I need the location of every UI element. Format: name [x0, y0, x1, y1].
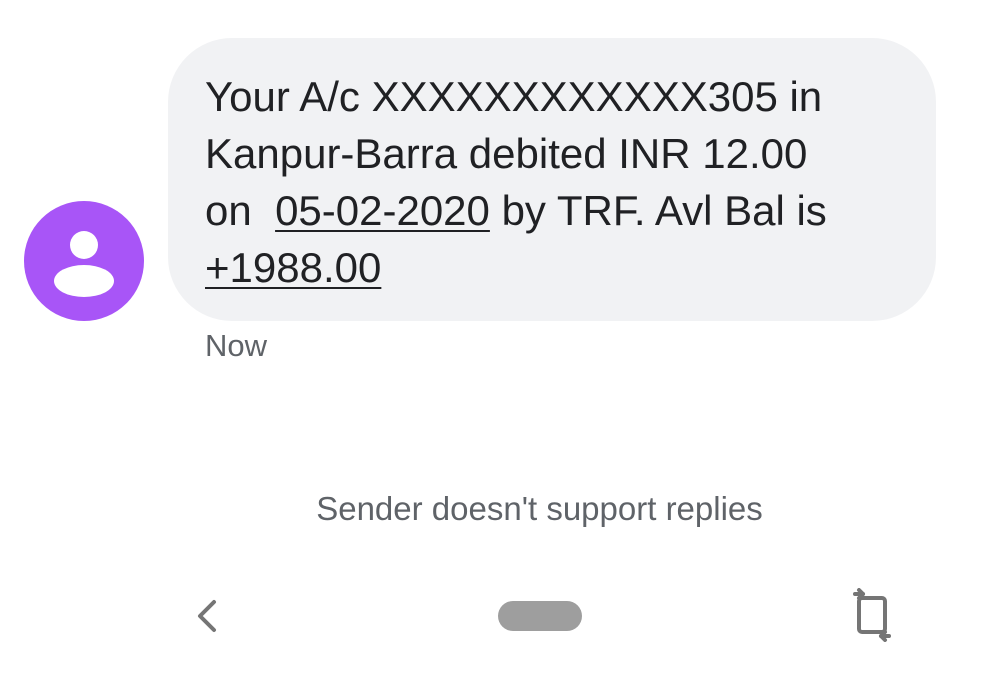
chevron-left-icon	[198, 600, 216, 632]
message-line: +1988.00	[205, 239, 906, 296]
rotate-screen-icon	[853, 588, 891, 642]
amount-link[interactable]: +1988.00	[205, 244, 381, 291]
message-bubble[interactable]: Your A/c XXXXXXXXXXXX305 in Kanpur-Barra…	[168, 38, 936, 321]
home-button[interactable]	[498, 601, 582, 631]
rotate-screen-button[interactable]	[847, 588, 897, 642]
message-text: by TRF. Avl Bal is	[489, 187, 827, 234]
message-timestamp: Now	[205, 328, 268, 363]
date-link[interactable]: 05-02-2020	[275, 187, 490, 234]
message-line: Your A/c XXXXXXXXXXXX305 in	[205, 73, 823, 120]
message-text: on	[205, 187, 276, 234]
no-reply-notice: Sender doesn't support replies	[316, 490, 763, 527]
back-button[interactable]	[188, 596, 228, 636]
message-line: Kanpur-Barra debited INR 12.00	[205, 130, 808, 177]
sender-avatar[interactable]	[24, 201, 144, 321]
message-line: on 05-02-2020 by TRF. Avl Bal is	[205, 182, 906, 239]
person-icon	[54, 231, 114, 297]
